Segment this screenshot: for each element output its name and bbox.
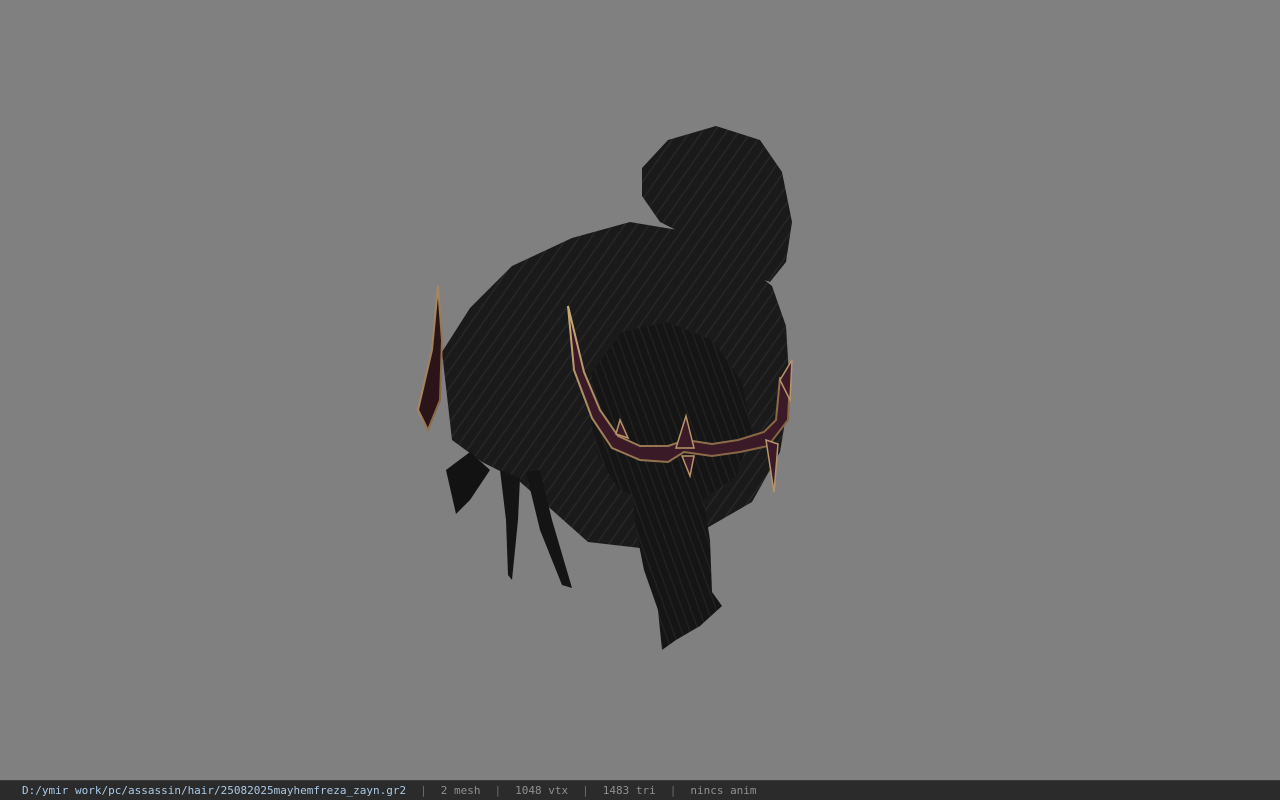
- status-separator: |: [420, 784, 427, 797]
- status-separator: |: [669, 784, 677, 797]
- hair-strand-left: [500, 470, 520, 580]
- animation-status: nincs anim: [690, 784, 757, 797]
- vertex-count: 1048 vtx: [515, 784, 569, 797]
- crown-spike-left: [416, 285, 444, 433]
- 3d-viewport[interactable]: [0, 0, 1280, 780]
- hair-model-render[interactable]: [0, 0, 1280, 780]
- status-separator: |: [494, 784, 502, 797]
- file-path: D:/ymir work/pc/assassin/hair/25082025ma…: [22, 784, 407, 797]
- status-separator: |: [582, 784, 589, 797]
- status-bar: D:/ymir work/pc/assassin/hair/25082025ma…: [0, 780, 1280, 800]
- triangle-count: 1483 tri: [602, 784, 656, 797]
- mesh-count: 2 mesh: [440, 784, 481, 797]
